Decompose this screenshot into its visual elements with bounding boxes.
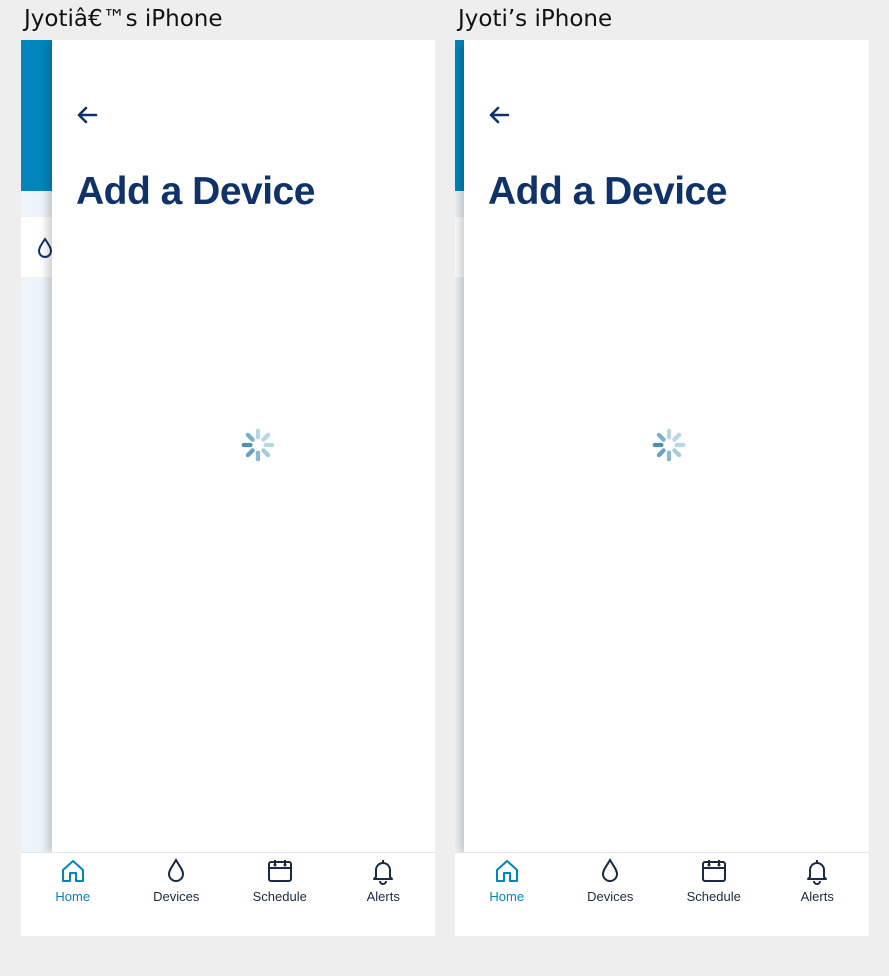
device-label: Jyotiâ€™s iPhone — [24, 6, 223, 32]
tab-label: Devices — [153, 889, 200, 904]
tab-devices[interactable]: Devices — [125, 853, 229, 936]
tab-label: Schedule — [252, 889, 307, 904]
tab-label: Devices — [587, 889, 634, 904]
back-arrow-icon[interactable] — [74, 102, 100, 128]
water-drop-icon — [602, 857, 619, 882]
phone-screen: Add a Device Home Devices Schedule Alert… — [455, 40, 869, 936]
tab-label: Alerts — [366, 889, 400, 904]
bell-icon — [807, 860, 828, 885]
loading-spinner-icon — [241, 428, 275, 462]
add-device-sheet: Add a Device — [52, 40, 435, 853]
tab-schedule[interactable]: Schedule — [662, 853, 766, 936]
add-device-sheet: Add a Device — [464, 40, 869, 853]
calendar-icon — [267, 860, 292, 882]
home-icon — [495, 860, 518, 882]
tab-label: Home — [55, 889, 91, 904]
tab-schedule[interactable]: Schedule — [228, 853, 332, 936]
calendar-icon — [701, 860, 726, 882]
bottom-tab-bar: Home Devices Schedule Alerts — [21, 852, 435, 936]
bottom-tab-bar: Home Devices Schedule Alerts — [455, 852, 869, 936]
tab-home[interactable]: Home — [21, 853, 125, 936]
page-title: Add a Device — [76, 170, 315, 213]
device-label: Jyoti’s iPhone — [458, 6, 613, 32]
tab-alerts[interactable]: Alerts — [332, 853, 436, 936]
water-drop-icon — [168, 857, 185, 882]
tab-alerts[interactable]: Alerts — [766, 853, 870, 936]
loading-spinner-icon — [652, 428, 686, 462]
tab-label: Home — [489, 889, 525, 904]
tab-home[interactable]: Home — [455, 853, 559, 936]
phone-screen: Add a Device Home Devices Schedule Alert… — [21, 40, 435, 936]
home-icon — [61, 860, 84, 882]
back-arrow-icon[interactable] — [486, 102, 512, 128]
bell-icon — [373, 860, 394, 885]
tab-label: Schedule — [686, 889, 741, 904]
tab-label: Alerts — [800, 889, 834, 904]
tab-devices[interactable]: Devices — [559, 853, 663, 936]
page-title: Add a Device — [488, 170, 727, 213]
